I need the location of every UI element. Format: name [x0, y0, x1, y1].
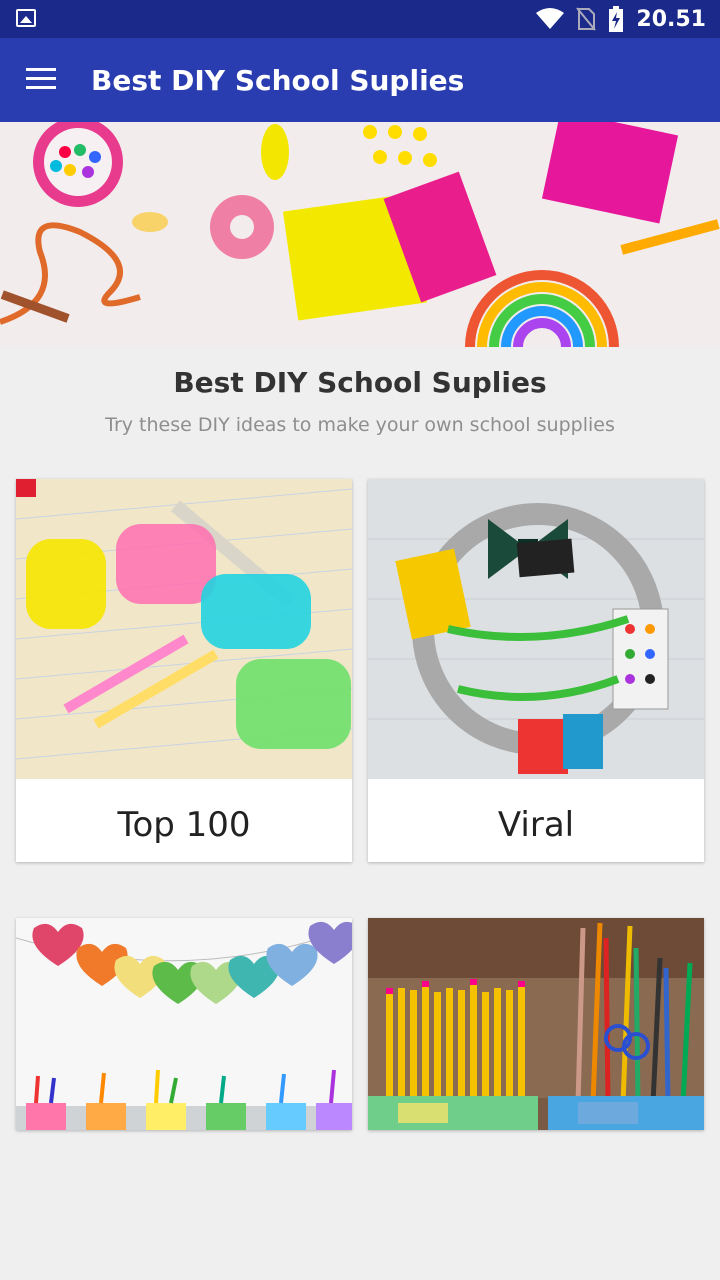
hamburger-menu-icon[interactable]	[26, 68, 56, 92]
page-subheading: Try these DIY ideas to make your own sch…	[105, 414, 615, 436]
crochet-hearts-image	[16, 918, 352, 1130]
school-wreath-image	[368, 479, 704, 779]
category-card-3[interactable]	[16, 918, 352, 1130]
battery-charging-icon	[609, 6, 624, 32]
app-title: Best DIY School Suplies	[91, 64, 465, 97]
clock: 20.51	[636, 6, 706, 32]
wifi-icon	[536, 8, 565, 29]
no-sim-icon	[576, 7, 597, 31]
card-label: Viral	[497, 805, 575, 845]
category-card-top-100[interactable]: Top 100	[16, 479, 352, 862]
hero-banner-image	[0, 122, 720, 347]
page-heading: Best DIY School Suplies	[173, 366, 547, 399]
gallery-notification-icon	[16, 9, 36, 27]
category-card-viral[interactable]: Viral	[368, 479, 704, 862]
status-bar: 20.51	[0, 0, 720, 38]
deco-tape-image	[16, 479, 352, 779]
pencil-holders-image	[368, 918, 704, 1130]
card-label: Top 100	[117, 805, 251, 845]
category-card-4[interactable]	[368, 918, 704, 1130]
app-bar: Best DIY School Suplies	[0, 38, 720, 122]
